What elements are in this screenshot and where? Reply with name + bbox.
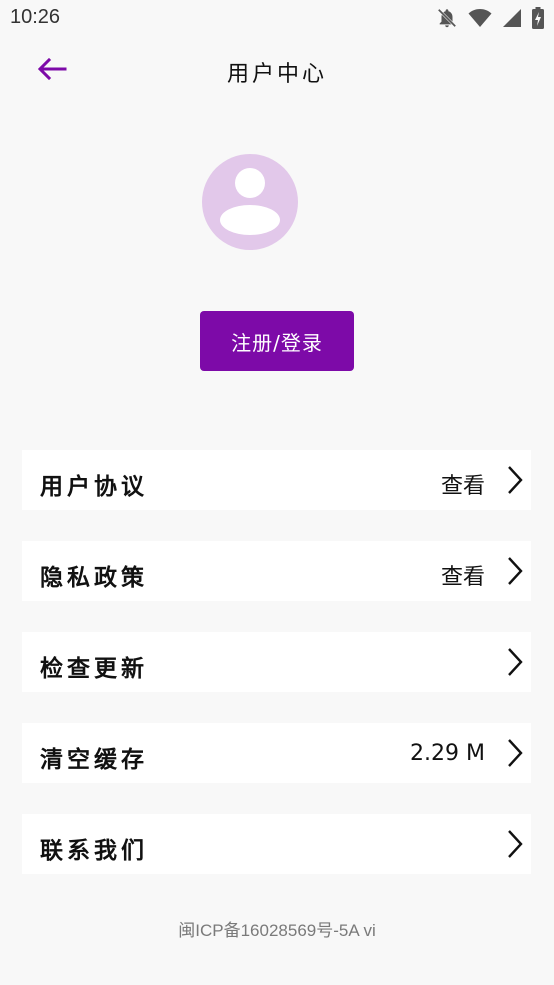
- chevron-right-icon: [508, 557, 523, 585]
- status-icons: [436, 7, 544, 33]
- avatar[interactable]: [202, 154, 298, 250]
- chevron-right-icon: [508, 648, 523, 676]
- register-login-button[interactable]: 注册/登录: [200, 311, 354, 371]
- app-bar: 用户中心: [0, 40, 554, 100]
- status-time: 10:26: [10, 6, 61, 28]
- notifications-off-icon: [436, 7, 458, 33]
- wifi-icon: [468, 8, 492, 32]
- menu-item-value: 查看: [440, 565, 485, 590]
- cellular-signal-icon: [502, 8, 522, 32]
- default-avatar-icon: [202, 168, 298, 250]
- menu-item-label: 检查更新: [40, 656, 148, 682]
- status-bar: 10:26: [0, 0, 554, 38]
- chevron-right-icon: [508, 830, 523, 858]
- page-title: 用户中心: [226, 62, 327, 87]
- menu-item-label: 清空缓存: [40, 747, 148, 773]
- menu-item-label: 用户协议: [40, 474, 148, 500]
- menu-item-clear-cache[interactable]: 清空缓存 2.29 M: [22, 723, 531, 783]
- menu-item-value: 查看: [440, 474, 485, 499]
- chevron-right-icon: [508, 739, 523, 767]
- menu-item-label: 联系我们: [40, 838, 148, 864]
- cache-size-value: 2.29 M: [410, 741, 485, 766]
- menu-item-privacy-policy[interactable]: 隐私政策 查看: [22, 541, 531, 601]
- menu-item-contact-us[interactable]: 联系我们: [22, 814, 531, 874]
- icp-registration-text: 闽ICP备16028569号-5A vi: [178, 921, 376, 940]
- menu-item-check-update[interactable]: 检查更新: [22, 632, 531, 692]
- battery-charging-icon: [532, 7, 544, 33]
- menu-item-user-agreement[interactable]: 用户协议 查看: [22, 450, 531, 510]
- menu-item-label: 隐私政策: [40, 565, 148, 591]
- chevron-right-icon: [508, 466, 523, 494]
